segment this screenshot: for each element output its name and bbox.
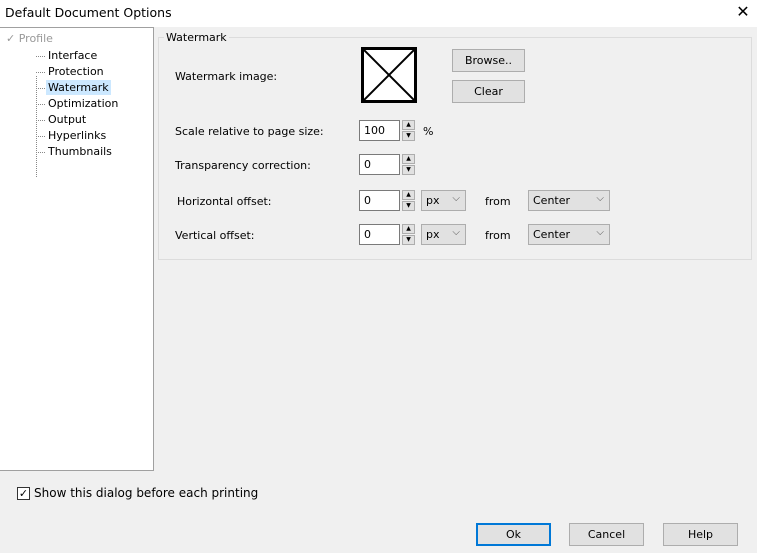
horizontal-anchor-select[interactable]: Center ⌵: [528, 190, 610, 211]
chevron-down-icon: ⌵: [452, 227, 460, 238]
group-title: Watermark: [164, 31, 229, 44]
vertical-offset-input[interactable]: 0: [359, 224, 400, 245]
show-dialog-label[interactable]: Show this dialog before each printing: [34, 486, 258, 500]
chevron-down-icon: ⌵: [452, 193, 460, 204]
horizontal-offset-input[interactable]: 0: [359, 190, 400, 211]
horizontal-offset-spinner[interactable]: ▲ ▼: [402, 190, 415, 211]
scale-label: Scale relative to page size:: [175, 125, 324, 138]
cancel-button[interactable]: Cancel: [569, 523, 644, 546]
vertical-offset-label: Vertical offset:: [175, 229, 255, 242]
tree-item-protection[interactable]: Protection: [46, 64, 106, 79]
tree-item-watermark[interactable]: Watermark: [46, 80, 111, 95]
vertical-unit-select[interactable]: px ⌵: [421, 224, 466, 245]
tree-item-thumbnails[interactable]: Thumbnails: [46, 144, 114, 159]
horizontal-unit-select[interactable]: px ⌵: [421, 190, 466, 211]
transparency-spinner[interactable]: ▲ ▼: [402, 154, 415, 175]
vertical-anchor-select[interactable]: Center ⌵: [528, 224, 610, 245]
tree-item-optimization[interactable]: Optimization: [46, 96, 120, 111]
title-bar: Default Document Options ✕: [0, 0, 757, 27]
horizontal-offset-label: Horizontal offset:: [177, 195, 272, 208]
clear-button[interactable]: Clear: [452, 80, 525, 103]
close-icon[interactable]: ✕: [733, 2, 753, 24]
show-dialog-checkbox[interactable]: ✓: [17, 487, 30, 500]
scale-unit: %: [423, 125, 434, 138]
chevron-down-icon: ⌵: [596, 227, 604, 238]
chevron-down-icon: ⌵: [596, 193, 604, 204]
vertical-from-label: from: [485, 229, 511, 242]
tree-item-interface[interactable]: Interface: [46, 48, 99, 63]
browse-button[interactable]: Browse..: [452, 49, 525, 72]
tree-item-hyperlinks[interactable]: Hyperlinks: [46, 128, 108, 143]
ok-button[interactable]: Ok: [476, 523, 551, 546]
tree-line: [36, 76, 37, 177]
transparency-label: Transparency correction:: [175, 159, 311, 172]
scale-spinner[interactable]: ▲ ▼: [402, 120, 415, 141]
collapse-icon[interactable]: ✓: [6, 32, 15, 45]
vertical-offset-spinner[interactable]: ▲ ▼: [402, 224, 415, 245]
transparency-input[interactable]: 0: [359, 154, 400, 175]
horizontal-from-label: from: [485, 195, 511, 208]
watermark-image-label: Watermark image:: [175, 70, 278, 83]
scale-input[interactable]: 100: [359, 120, 400, 141]
tree-root[interactable]: ✓ Profile: [6, 32, 53, 45]
tree-item-output[interactable]: Output: [46, 112, 88, 127]
watermark-image-preview: [361, 47, 417, 103]
help-button[interactable]: Help: [663, 523, 738, 546]
options-tree: ✓ Profile Interface Protection Watermark…: [0, 27, 154, 471]
window-title: Default Document Options: [5, 5, 172, 20]
